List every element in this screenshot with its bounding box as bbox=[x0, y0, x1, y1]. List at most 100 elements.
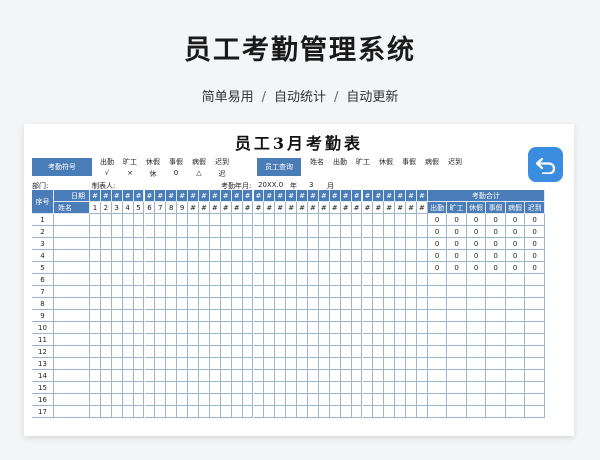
day-cell[interactable] bbox=[199, 286, 210, 298]
day-cell[interactable] bbox=[384, 298, 396, 310]
day-cell[interactable] bbox=[155, 310, 167, 322]
day-cell[interactable] bbox=[286, 382, 298, 394]
day-cell[interactable] bbox=[351, 406, 363, 418]
day-cell[interactable] bbox=[286, 334, 298, 346]
day-cell[interactable] bbox=[253, 382, 265, 394]
day-cell[interactable] bbox=[351, 286, 363, 298]
day-cell[interactable] bbox=[155, 382, 167, 394]
day-cell[interactable] bbox=[264, 250, 276, 262]
day-cell[interactable] bbox=[242, 322, 254, 334]
day-cell[interactable] bbox=[264, 214, 276, 226]
day-cell[interactable] bbox=[362, 250, 374, 262]
day-cell[interactable] bbox=[351, 370, 363, 382]
day-cell[interactable] bbox=[220, 226, 232, 238]
day-cell[interactable] bbox=[275, 298, 287, 310]
day-cell[interactable] bbox=[362, 334, 374, 346]
day-cell[interactable] bbox=[362, 358, 374, 370]
day-cell[interactable] bbox=[111, 334, 123, 346]
day-cell[interactable] bbox=[111, 226, 123, 238]
day-cell[interactable] bbox=[329, 370, 341, 382]
day-cell[interactable] bbox=[373, 262, 385, 274]
day-cell[interactable] bbox=[199, 406, 210, 418]
name-cell[interactable] bbox=[54, 286, 90, 298]
day-cell[interactable] bbox=[133, 238, 145, 250]
day-cell[interactable] bbox=[351, 298, 363, 310]
day-cell[interactable] bbox=[111, 262, 123, 274]
day-cell[interactable] bbox=[373, 346, 385, 358]
day-cell[interactable] bbox=[100, 274, 112, 286]
day-cell[interactable] bbox=[231, 358, 243, 370]
day-cell[interactable] bbox=[122, 334, 134, 346]
day-cell[interactable] bbox=[166, 322, 178, 334]
day-cell[interactable] bbox=[318, 358, 330, 370]
day-cell[interactable] bbox=[340, 310, 352, 322]
day-cell[interactable] bbox=[308, 286, 319, 298]
day-cell[interactable] bbox=[166, 214, 178, 226]
day-cell[interactable] bbox=[286, 322, 298, 334]
day-cell[interactable] bbox=[253, 358, 265, 370]
day-cell[interactable] bbox=[144, 358, 156, 370]
day-cell[interactable] bbox=[351, 310, 363, 322]
name-cell[interactable] bbox=[54, 394, 90, 406]
day-cell[interactable] bbox=[199, 274, 210, 286]
day-cell[interactable] bbox=[329, 262, 341, 274]
day-cell[interactable] bbox=[318, 322, 330, 334]
day-cell[interactable] bbox=[340, 274, 352, 286]
day-cell[interactable] bbox=[90, 370, 101, 382]
day-cell[interactable] bbox=[395, 214, 407, 226]
day-cell[interactable] bbox=[318, 382, 330, 394]
day-cell[interactable] bbox=[166, 226, 178, 238]
day-cell[interactable] bbox=[406, 406, 417, 418]
day-cell[interactable] bbox=[417, 310, 428, 322]
day-cell[interactable] bbox=[111, 322, 123, 334]
day-cell[interactable] bbox=[373, 322, 385, 334]
day-cell[interactable] bbox=[155, 286, 167, 298]
day-cell[interactable] bbox=[177, 346, 189, 358]
day-cell[interactable] bbox=[122, 358, 134, 370]
day-cell[interactable] bbox=[188, 274, 199, 286]
day-cell[interactable] bbox=[166, 370, 178, 382]
day-cell[interactable] bbox=[155, 370, 167, 382]
day-cell[interactable] bbox=[351, 214, 363, 226]
day-cell[interactable] bbox=[111, 214, 123, 226]
day-cell[interactable] bbox=[144, 310, 156, 322]
day-cell[interactable] bbox=[242, 214, 254, 226]
name-cell[interactable] bbox=[54, 250, 90, 262]
day-cell[interactable] bbox=[395, 406, 407, 418]
day-cell[interactable] bbox=[351, 238, 363, 250]
day-cell[interactable] bbox=[220, 346, 232, 358]
day-cell[interactable] bbox=[100, 310, 112, 322]
day-cell[interactable] bbox=[384, 370, 396, 382]
day-cell[interactable] bbox=[417, 286, 428, 298]
day-cell[interactable] bbox=[297, 346, 308, 358]
day-cell[interactable] bbox=[362, 370, 374, 382]
day-cell[interactable] bbox=[297, 286, 308, 298]
day-cell[interactable] bbox=[155, 394, 167, 406]
day-cell[interactable] bbox=[122, 298, 134, 310]
day-cell[interactable] bbox=[155, 250, 167, 262]
day-cell[interactable] bbox=[100, 370, 112, 382]
day-cell[interactable] bbox=[329, 382, 341, 394]
day-cell[interactable] bbox=[122, 406, 134, 418]
day-cell[interactable] bbox=[395, 346, 407, 358]
day-cell[interactable] bbox=[297, 214, 308, 226]
name-cell[interactable] bbox=[54, 370, 90, 382]
day-cell[interactable] bbox=[166, 346, 178, 358]
day-cell[interactable] bbox=[362, 262, 374, 274]
day-cell[interactable] bbox=[100, 214, 112, 226]
day-cell[interactable] bbox=[177, 406, 189, 418]
day-cell[interactable] bbox=[199, 250, 210, 262]
day-cell[interactable] bbox=[275, 370, 287, 382]
day-cell[interactable] bbox=[231, 310, 243, 322]
day-cell[interactable] bbox=[90, 322, 101, 334]
day-cell[interactable] bbox=[199, 358, 210, 370]
day-cell[interactable] bbox=[264, 358, 276, 370]
day-cell[interactable] bbox=[417, 346, 428, 358]
name-cell[interactable] bbox=[54, 358, 90, 370]
day-cell[interactable] bbox=[111, 358, 123, 370]
day-cell[interactable] bbox=[220, 214, 232, 226]
day-cell[interactable] bbox=[122, 370, 134, 382]
day-cell[interactable] bbox=[308, 250, 319, 262]
day-cell[interactable] bbox=[395, 238, 407, 250]
day-cell[interactable] bbox=[242, 394, 254, 406]
